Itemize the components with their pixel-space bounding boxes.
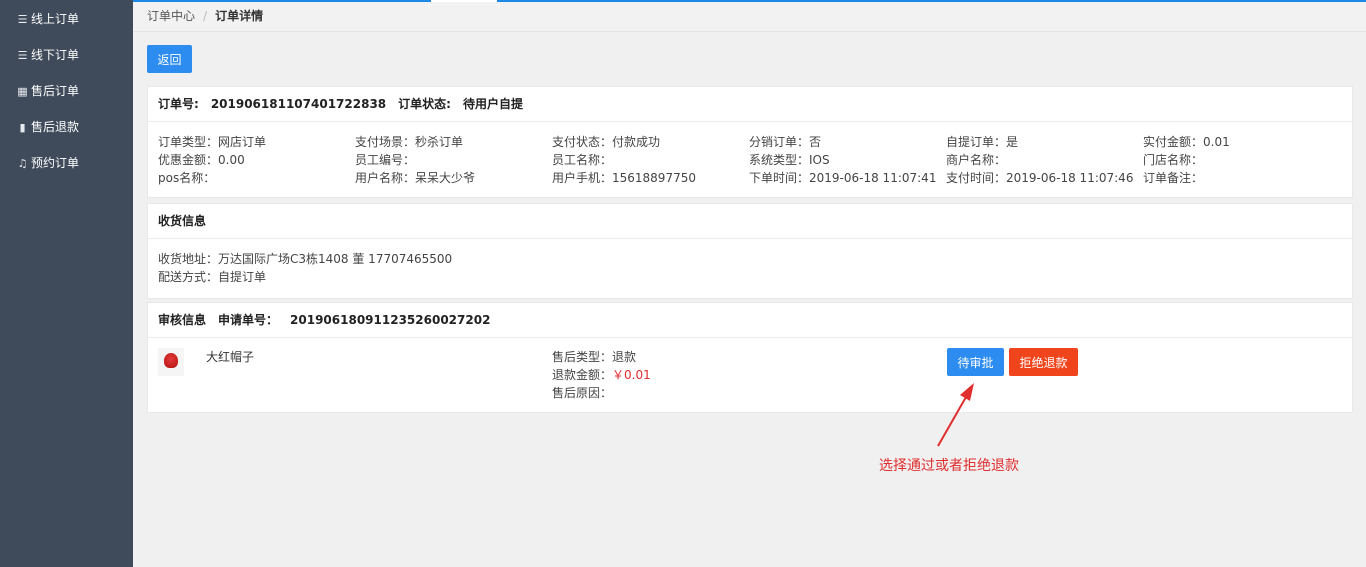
reject-refund-button[interactable]: 拒绝退款 (1009, 348, 1078, 376)
back-button[interactable]: 返回 (147, 45, 192, 73)
sidebar-item-aftersale-refund[interactable]: ▮ 售后退款 (0, 109, 133, 145)
order-field: 订单备注： (1143, 171, 1204, 185)
order-field: 商户名称： (946, 153, 1007, 167)
refund-amount: 退款金额：￥0.01 (552, 366, 651, 384)
order-field: 实付金额：0.01 (1143, 135, 1230, 149)
bell-icon: ♫ (17, 157, 28, 170)
aftersale-info: 售后类型：退款 退款金额：￥0.01 售后原因： (552, 348, 651, 402)
order-number-label: 订单号: (158, 97, 199, 111)
order-status: 订单状态: 待用户自提 (398, 97, 523, 111)
order-field: 门店名称： (1143, 153, 1204, 167)
sidebar-item-label: 线上订单 (31, 12, 80, 26)
order-fields: 订单类型：网店订单 支付场景：秒杀订单 支付状态：付款成功 分销订单：否 自提订… (148, 122, 1352, 197)
audit-body: 大红帽子 售后类型：退款 退款金额：￥0.01 售后原因： 待审批 拒绝退款 (148, 338, 1352, 412)
aftersale-reason: 售后原因： (552, 386, 613, 400)
main-content: 订单中心 / 订单详情 返回 订单号: 20190618110740172283​8 订… (133, 2, 1366, 567)
sidebar-item-label: 线下订单 (31, 48, 80, 62)
order-field: 优惠金额：0.00 (158, 153, 245, 167)
order-info-card: 订单号: 20190618110740172283​8 订单状态: 待用户自提 订单类… (147, 86, 1353, 198)
sidebar-item-online-orders[interactable]: ☰ 线上订单 (0, 1, 133, 37)
aftersale-type: 售后类型：退款 (552, 350, 637, 364)
receipt-title: 收货信息 (148, 204, 1352, 239)
pending-approval-button[interactable]: 待审批 (947, 348, 1004, 376)
sidebar-item-label: 售后订单 (31, 84, 80, 98)
order-field: 员工编号： (355, 153, 416, 167)
product-thumbnail[interactable] (158, 348, 184, 376)
breadcrumb-parent[interactable]: 订单中心 (147, 9, 195, 23)
breadcrumb: 订单中心 / 订单详情 (133, 2, 1366, 32)
apply-number-value: 20190618091123526002720​2 (290, 313, 491, 327)
receipt-address: 收货地址：万达国际广场C3栋1408 董 17707465500 (158, 252, 453, 266)
order-field: 支付场景：秒杀订单 (355, 135, 464, 149)
order-field: 员工名称： (552, 153, 613, 167)
table-icon: ▦ (17, 85, 28, 98)
order-field: 用户名称：呆呆大少爷 (355, 171, 476, 185)
sidebar-item-label: 售后退款 (31, 120, 80, 134)
sidebar-item-label: 预约订单 (31, 156, 80, 170)
order-field: pos名称： (158, 171, 216, 185)
order-number: 订单号: 20190618110740172283​8 (158, 97, 386, 111)
breadcrumb-current: 订单详情 (215, 9, 264, 23)
apply-number-label: 申请单号： (218, 313, 279, 327)
order-field: 自提订单：是 (946, 135, 1019, 149)
order-field: 用户手机：15618897750 (552, 171, 696, 185)
refund-amount-value: ￥0.01 (612, 368, 651, 382)
apply-number: 申请单号： 20190618091123526002720​2 (218, 313, 490, 327)
list-icon: ☰ (17, 49, 28, 62)
order-field: 系统类型：IOS (749, 153, 830, 167)
annotation-text: 选择通过或者拒绝退款 (879, 458, 1019, 474)
order-field: 支付状态：付款成功 (552, 135, 661, 149)
audit-header: 审核信息 申请单号： 20190618091123526002720​2 (148, 303, 1352, 338)
order-number-value: 20190618110740172283​8 (210, 97, 387, 111)
order-field: 订单类型：网店订单 (158, 135, 267, 149)
receipt-card: 收货信息 收货地址：万达国际广场C3栋1408 董 17707465500 配送… (147, 203, 1353, 299)
order-status-label: 订单状态: (398, 97, 451, 111)
sidebar-item-reservation-orders[interactable]: ♫ 预约订单 (0, 145, 133, 181)
audit-card: 审核信息 申请单号： 20190618091123526002720​2 大红帽子 … (147, 302, 1353, 413)
breadcrumb-separator: / (203, 9, 208, 23)
receipt-delivery: 配送方式：自提订单 (158, 270, 267, 284)
order-status-value: 待用户自提 (462, 97, 523, 111)
order-header: 订单号: 20190618110740172283​8 订单状态: 待用户自提 (148, 87, 1352, 122)
document-icon: ▮ (19, 121, 26, 134)
sidebar-item-offline-orders[interactable]: ☰ 线下订单 (0, 37, 133, 73)
red-hat-image (164, 353, 178, 368)
audit-title: 审核信息 (158, 313, 207, 327)
receipt-body: 收货地址：万达国际广场C3栋1408 董 17707465500 配送方式：自提… (148, 239, 1352, 298)
order-field: 下单时间：2019-06-18 11:07:41 (749, 171, 937, 185)
list-icon: ☰ (17, 13, 28, 26)
order-field: 分销订单：否 (749, 135, 822, 149)
product-name: 大红帽子 (206, 350, 255, 364)
sidebar-item-aftersale-orders[interactable]: ▦ 售后订单 (0, 73, 133, 109)
order-field: 支付时间：2019-06-18 11:07:46 (946, 171, 1134, 185)
sidebar: ☰ 线上订单 ☰ 线下订单 ▦ 售后订单 ▮ 售后退款 ♫ 预约订单 (0, 0, 133, 567)
refund-amount-label: 退款金额： (552, 368, 613, 382)
